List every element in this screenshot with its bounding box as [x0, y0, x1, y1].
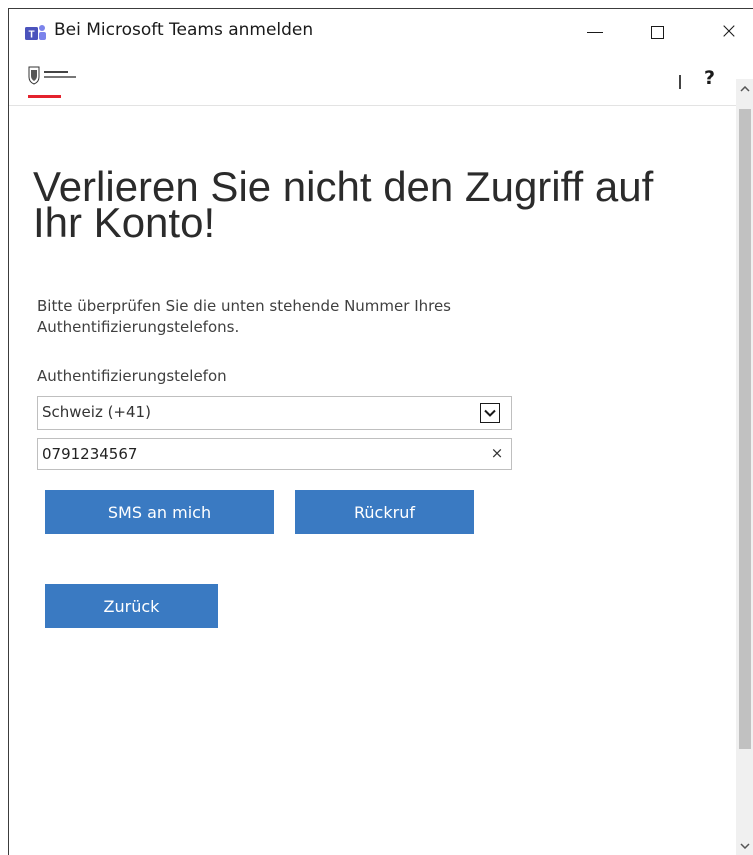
svg-text:T: T: [28, 30, 34, 41]
country-code-select[interactable]: Schweiz (+41): [37, 396, 512, 430]
scroll-down-icon[interactable]: [736, 836, 753, 855]
title-bar: T Bei Microsoft Teams anmelden ×: [9, 9, 753, 55]
callback-button[interactable]: Rückruf: [295, 490, 474, 534]
page-description: Bitte überprüfen Sie die unten stehende …: [37, 297, 452, 336]
maximize-button[interactable]: [627, 9, 687, 55]
close-button[interactable]: ×: [699, 9, 753, 55]
organization-logo: [28, 66, 76, 85]
scroll-up-icon[interactable]: [736, 79, 753, 99]
help-button[interactable]: ?: [704, 67, 715, 89]
vertical-scrollbar[interactable]: [736, 79, 753, 855]
teams-icon: T: [25, 25, 46, 41]
close-icon: ×: [719, 19, 739, 44]
minimize-icon: [587, 31, 603, 33]
clear-icon[interactable]: ×: [488, 443, 506, 463]
maximize-icon: [650, 25, 664, 39]
country-selected-value: Schweiz (+41): [42, 403, 151, 421]
back-button[interactable]: Zurück: [45, 584, 218, 628]
minimize-button[interactable]: [565, 9, 625, 55]
phone-number-input[interactable]: [37, 438, 512, 470]
sign-in-window: T Bei Microsoft Teams anmelden × ? Verli…: [8, 8, 753, 855]
sms-button[interactable]: SMS an mich: [45, 490, 274, 534]
scrollbar-thumb[interactable]: [739, 109, 751, 749]
window-title: Bei Microsoft Teams anmelden: [54, 20, 314, 40]
page-title: Verlieren Sie nicht den Zugriff auf Ihr …: [33, 163, 654, 246]
organization-accent-line: [28, 95, 61, 98]
organization-header: ?: [9, 55, 753, 106]
phone-field-label: Authentifizierungstelefon: [37, 367, 227, 385]
header-separator: [679, 75, 681, 89]
chevron-down-icon[interactable]: [480, 403, 500, 423]
